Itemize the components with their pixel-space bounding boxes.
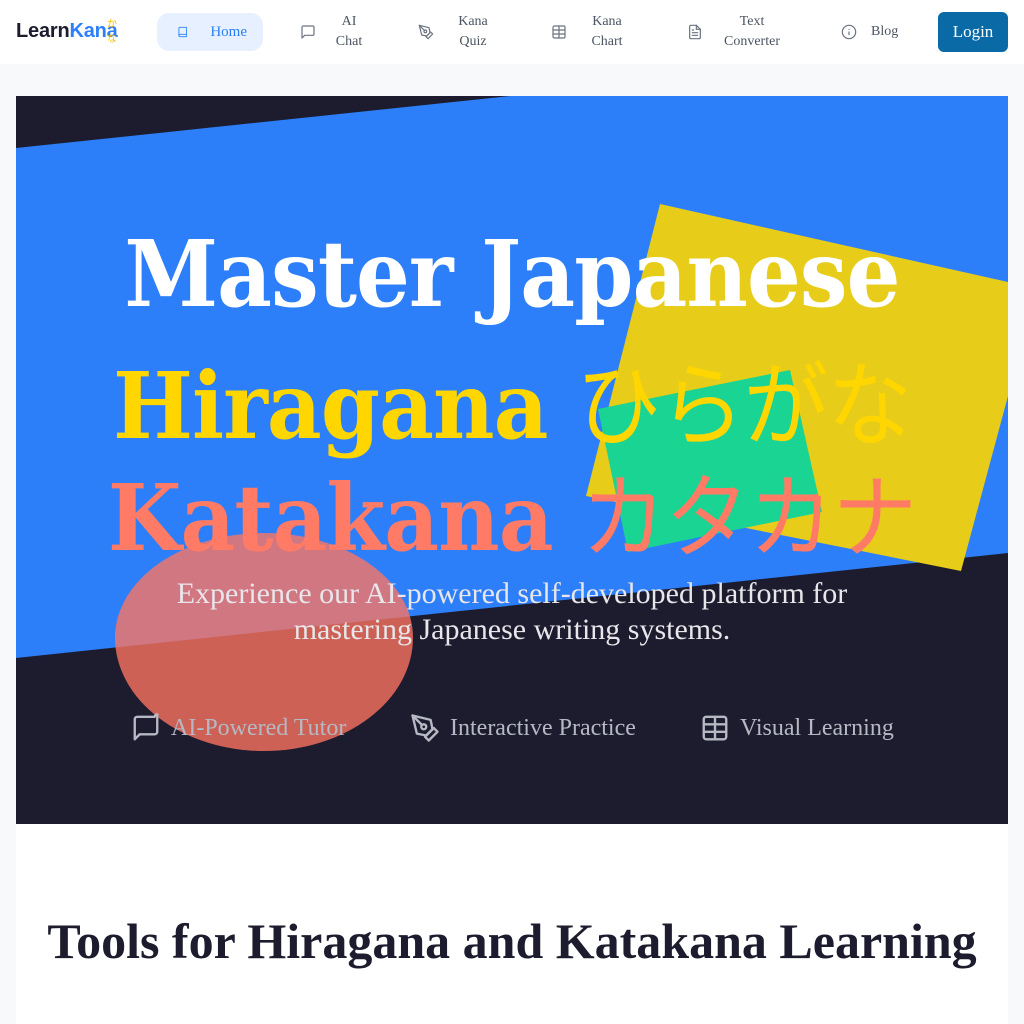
nav-item-text-converter[interactable]: Text Converter — [687, 12, 781, 52]
nav-item-label: Home — [210, 24, 247, 40]
file-text-icon — [689, 24, 701, 40]
book-icon — [178, 26, 187, 38]
nav-label-line2: Chart — [591, 34, 623, 49]
nav-item-ai-chat[interactable]: AI Chat — [300, 12, 364, 52]
nav-item-label: AI Chat — [334, 12, 364, 52]
nav-item-kana-chart[interactable]: Kana Chart — [551, 12, 623, 52]
message-square-icon — [301, 25, 315, 39]
nav-label-line1: AI — [341, 14, 357, 29]
nav-item-home[interactable]: Home — [157, 13, 263, 51]
pen-tool-icon — [418, 24, 434, 40]
login-button[interactable]: Login — [938, 12, 1008, 52]
katakana-label-jp: カタカナ — [581, 465, 917, 572]
pen-tool-icon — [411, 714, 439, 742]
table-icon — [552, 25, 566, 39]
nav-label-line1: Kana — [592, 14, 622, 29]
hero-subtitle: Experience our AI-powered self-developed… — [176, 577, 848, 646]
nav-label-line1: Kana — [458, 14, 488, 29]
feature-label: AI-Powered Tutor — [171, 714, 347, 741]
hero-title-line3: Katakana カタカナ — [56, 444, 969, 577]
feature-visual-learning: Visual Learning — [700, 710, 894, 746]
katakana-label-en: Katakana — [107, 464, 554, 572]
info-icon — [841, 24, 857, 40]
feature-ai-tutor: AI-Powered Tutor — [131, 710, 346, 746]
hero-title-line1: Master Japanese — [124, 220, 900, 328]
tools-heading: Tools for Hiragana and Katakana Learning — [47, 913, 977, 969]
hero-features: AI-Powered Tutor Interactive Practice Vi… — [16, 710, 1008, 746]
nav-item-kana-quiz[interactable]: Kana Quiz — [418, 12, 488, 52]
top-navbar: LearnKana かな Home AI Chat Kana Quiz Kana… — [0, 0, 1024, 64]
feature-label: Visual Learning — [740, 714, 894, 741]
nav-label-line2: Converter — [724, 34, 780, 49]
nav-label-line1: Text — [739, 14, 765, 29]
feature-interactive-practice: Interactive Practice — [410, 710, 636, 746]
nav-item-label: Blog — [871, 24, 899, 39]
nav-item-blog[interactable]: Blog — [841, 12, 898, 52]
nav-item-label: Kana Chart — [591, 12, 623, 52]
feature-label: Interactive Practice — [450, 714, 636, 741]
brand-name-learn: Learn — [16, 20, 70, 42]
nav-item-label: Kana Quiz — [458, 12, 488, 52]
brand-logo[interactable]: LearnKana かな — [16, 19, 118, 45]
brand-superscript: かな — [107, 19, 117, 45]
table-icon — [702, 715, 728, 741]
message-square-icon — [133, 713, 159, 741]
nav-item-label: Text Converter — [723, 12, 781, 52]
nav-label-line2: Quiz — [459, 34, 487, 49]
nav-label-line2: Chat — [335, 34, 363, 49]
hero-section: Master Japanese Hiragana ひらがな Katakana カ… — [16, 96, 1008, 824]
tools-section: Tools for Hiragana and Katakana Learning — [16, 824, 1008, 1024]
